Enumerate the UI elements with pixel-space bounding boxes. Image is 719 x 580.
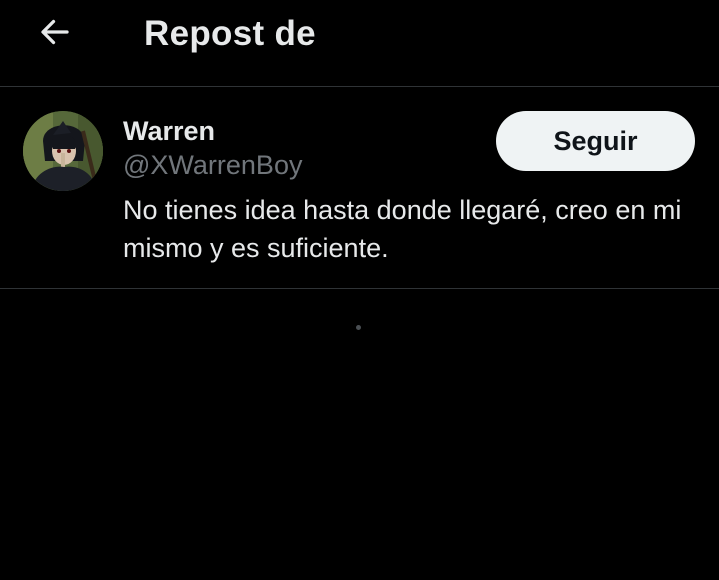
back-button[interactable]: [30, 12, 80, 52]
page-title: Repost de: [144, 14, 316, 53]
user-bio: No tienes idea hasta donde llegaré, creo…: [123, 195, 682, 263]
user-avatar: [23, 111, 103, 191]
avatar[interactable]: [23, 111, 103, 191]
user-handle[interactable]: @XWarrenBoy: [123, 148, 302, 182]
arrow-left-icon: [41, 19, 69, 45]
top-bar: Repost de: [0, 0, 719, 87]
display-name[interactable]: Warren: [123, 114, 215, 148]
follow-button[interactable]: Seguir: [496, 111, 695, 171]
loading-indicator-icon: [356, 325, 361, 330]
user-cell[interactable]: Warren @XWarrenBoy No tienes idea hasta …: [0, 87, 719, 289]
